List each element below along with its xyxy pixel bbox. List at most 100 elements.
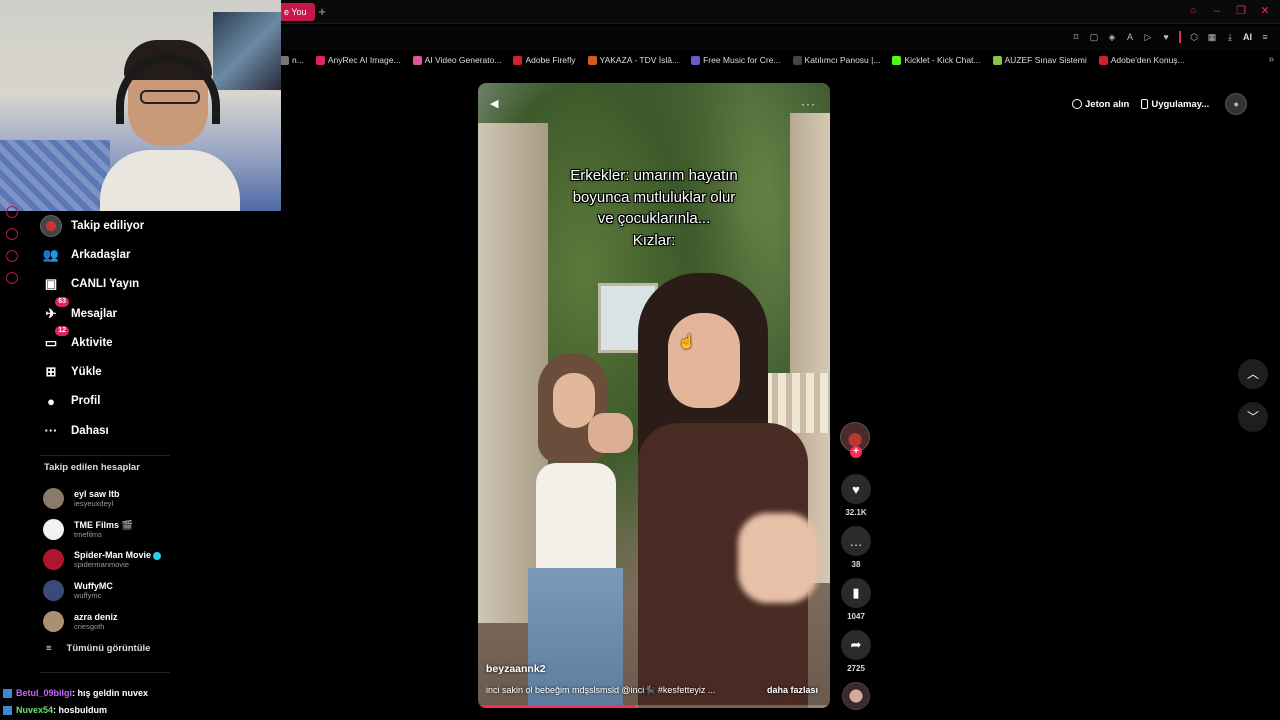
avatar — [43, 487, 64, 509]
sidebar-item-messages[interactable]: ✈ 63 Mesajlar — [40, 296, 240, 328]
like-count: 32.1K — [845, 508, 867, 517]
get-app-label: Uygulamay... — [1151, 98, 1210, 110]
new-tab-button[interactable]: + — [313, 3, 331, 21]
sidebar-mini-icon[interactable] — [6, 272, 18, 284]
caption-line: ve çocuklarınla... — [597, 210, 711, 227]
comment-button[interactable]: … — [841, 526, 871, 556]
bookmark-item[interactable]: Kicklet - Kick Chat... — [892, 55, 981, 65]
user-avatar[interactable]: ● — [1225, 93, 1248, 115]
bookmark-item[interactable]: YAKAZA - TDV İslâ... — [587, 55, 679, 65]
chat-message: Nuvex54: hosbuldum — [0, 702, 280, 719]
bookmark-item[interactable]: AI Video Generato... — [412, 55, 501, 65]
notification-badge: 63 — [55, 296, 69, 307]
account-username: spidermanmovie — [74, 560, 130, 570]
following-account[interactable]: azra deniz criesgoth — [43, 606, 243, 637]
following-account[interactable]: Spider-Man Movie spidermanmovie — [43, 544, 243, 575]
account-name: Spider-Man Movie — [74, 550, 162, 560]
more-description-button[interactable]: daha fazlası — [767, 685, 818, 695]
account-name-text: TME Films 🎬 — [74, 519, 133, 530]
bookmark-item[interactable]: AUZEF Sınav Sistemi — [992, 55, 1087, 65]
bookmark-item[interactable]: Free Music for Cre... — [691, 55, 781, 65]
sidebar-mini-icon[interactable] — [6, 250, 18, 262]
bookmark-label: Adobe'den Konuş... — [1110, 55, 1185, 65]
bookmark-item[interactable]: AnyRec AI Image... — [315, 55, 401, 65]
following-account[interactable]: TME Films 🎬 tmefilms — [43, 514, 243, 545]
sidebar-item-more[interactable]: ··· Dahası — [40, 416, 240, 445]
video-description: inci sakin ol bebeğim mdşslsmsld @inci🐈‍… — [486, 685, 716, 695]
save-button[interactable]: ▮ — [841, 578, 871, 608]
share-count: 2725 — [847, 664, 865, 673]
bookmark-label: n... — [292, 55, 304, 65]
profile-icon: ● — [47, 393, 55, 409]
sidebar-item-upload[interactable]: ⊞ Yükle — [40, 357, 240, 386]
sidebar-item-friends[interactable]: 👥 Arkadaşlar — [40, 240, 240, 269]
close-window-button[interactable]: ✕ — [1258, 4, 1272, 18]
download-icon[interactable]: ⤓ — [1225, 32, 1235, 42]
video-author[interactable]: beyzaannk2 — [486, 663, 546, 675]
bookmark-label: Kicklet - Kick Chat... — [904, 55, 981, 65]
notification-badge: 12 — [55, 325, 69, 336]
sidebar-item-profile[interactable]: ● Profil — [40, 387, 240, 416]
menu-icon[interactable]: ≡ — [1260, 32, 1270, 42]
minimize-button[interactable]: – — [1210, 4, 1224, 18]
friends-icon: 👥 — [42, 246, 60, 262]
bookmarks-overflow-icon[interactable]: » — [1268, 54, 1274, 65]
bookmark-label: AUZEF Sınav Sistemi — [1004, 55, 1087, 65]
bookmark-label: Adobe Firefly — [525, 55, 576, 65]
bookmark-favicon-icon — [587, 55, 597, 65]
translate-icon[interactable]: A — [1125, 32, 1135, 42]
following-account[interactable]: eyl saw ltb iesyeuxdeyl — [43, 483, 243, 514]
sidebar-item-live[interactable]: ▣ CANLI Yayın — [40, 270, 240, 299]
caption-line: Kızlar: — [632, 231, 676, 249]
follow-plus-icon[interactable]: + — [850, 446, 862, 458]
sidebar-nav: Takip ediliyor 👥 Arkadaşlar ▣ CANLI Yayın ✈ 63… — [40, 211, 240, 445]
browser-toolbar: ⌑ ▢ ◈ A ▷ ♥ ⬡ ▦ ⤓ AI ≡ — [280, 26, 1280, 50]
following-account[interactable]: WuffyMC wuffymc — [43, 575, 243, 606]
sidebar-divider — [40, 455, 170, 456]
bookmark-item[interactable]: Adobe Firefly — [513, 55, 576, 65]
mouse-cursor: ☝ — [678, 333, 696, 349]
account-username: wuffymc — [74, 590, 102, 600]
play-icon[interactable]: ▷ — [1143, 32, 1153, 42]
sound-disc-avatar[interactable] — [842, 682, 870, 710]
chat-platform-icon — [3, 689, 12, 698]
sidebar-mini-icon[interactable] — [6, 228, 18, 240]
video-player[interactable]: Erkekler: umarım hayatın boyunca mutluluk… — [478, 83, 830, 708]
next-video-button[interactable]: ﹀ — [1238, 402, 1268, 432]
extensions-icon[interactable]: ⬡ — [1189, 32, 1199, 42]
sidebar-item-activity[interactable]: ▭ 12 Aktivite — [40, 325, 240, 357]
more-options-icon[interactable]: ··· — [801, 97, 816, 111]
bookmark-item[interactable]: Katılımcı Panosu |... — [792, 55, 880, 65]
bookmark-item[interactable]: Adobe'den Konuş... — [1098, 55, 1185, 65]
browser-tab-active[interactable]: e You — [280, 3, 315, 21]
creator-avatar[interactable]: + — [840, 422, 870, 458]
ai-button[interactable]: AI — [1243, 32, 1252, 42]
bookmark-item[interactable]: n... — [280, 55, 304, 65]
sidebar-mini-icon[interactable] — [6, 206, 18, 218]
live-icon: ▣ — [44, 276, 58, 292]
chevron-up-icon: ︿ — [1246, 367, 1259, 381]
video-progress-bar[interactable] — [478, 705, 830, 708]
previous-video-button[interactable]: ︿ — [1238, 359, 1268, 389]
video-caption-overlay: Erkekler: umarım hayatın boyunca mutluluk… — [478, 165, 830, 251]
shield-icon[interactable]: ◈ — [1107, 32, 1117, 42]
sidebar-item-avatar[interactable]: Takip ediliyor — [40, 211, 240, 240]
restore-button[interactable]: ❐ — [1234, 4, 1248, 18]
share-button[interactable]: ➦ — [841, 630, 871, 660]
see-all-button[interactable]: ≡ Tümünü görüntüle — [46, 643, 150, 654]
get-app-button[interactable]: Uygulamay... — [1141, 99, 1209, 110]
heart-icon[interactable]: ♥ — [1161, 32, 1171, 42]
sidebar-item-label: Takip ediliyor — [71, 219, 145, 232]
bookmark-favicon-icon — [280, 55, 289, 65]
get-coins-button[interactable]: Jeton alın — [1072, 99, 1129, 110]
stream-chat-overlay: Betul_09bilgi: hış geldin nuvex Nuvex54: … — [0, 685, 280, 719]
volume-icon[interactable]: ◀ — [490, 97, 504, 111]
screenshot-icon[interactable]: ▢ — [1089, 32, 1099, 42]
activity-icon: ▭ 12 — [40, 325, 69, 354]
search-icon[interactable]: ○ — [1186, 4, 1200, 18]
like-button[interactable]: ♥ — [841, 474, 871, 504]
webcam-streamer — [100, 40, 240, 211]
upload-icon: ⊞ — [45, 364, 57, 380]
extension-image-icon[interactable]: ▦ — [1207, 32, 1217, 42]
bookmark-icon[interactable]: ⌑ — [1071, 32, 1081, 42]
